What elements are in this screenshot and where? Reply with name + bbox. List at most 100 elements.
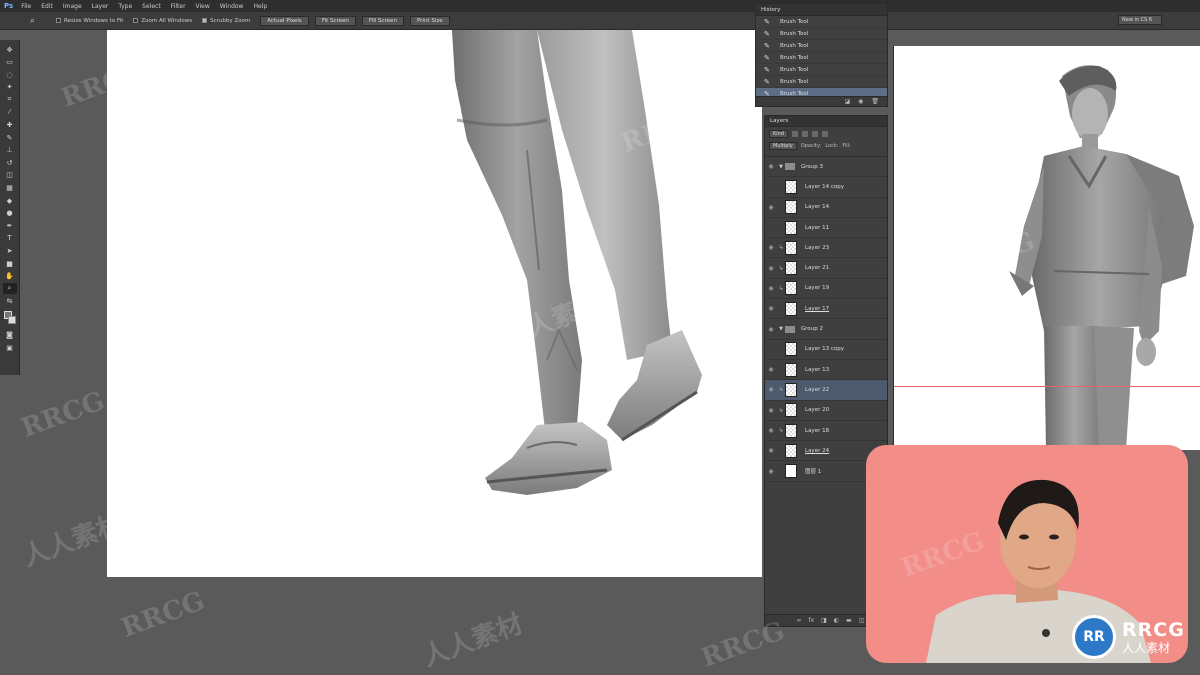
eye-icon[interactable]: ◉ — [765, 468, 777, 475]
menu-select[interactable]: Select — [142, 3, 161, 10]
adjustment-layer-icon[interactable]: ◐ — [834, 617, 839, 624]
add-mask-icon[interactable]: ◨ — [821, 617, 827, 624]
eyedropper-tool-icon[interactable]: ⁄ — [3, 107, 17, 118]
checkbox-box[interactable] — [133, 18, 139, 23]
layer-row[interactable]: ◉ ↳ Layer 23 — [765, 238, 887, 259]
zoom-tool-icon[interactable]: ⌕ — [2, 283, 17, 295]
eye-icon[interactable]: ◉ — [765, 285, 777, 292]
checkbox-box[interactable] — [202, 18, 208, 23]
eye-icon[interactable]: ◉ — [765, 265, 777, 272]
print-size-button[interactable]: Print Size — [409, 15, 450, 26]
gradient-tool-icon[interactable]: ▦ — [3, 183, 17, 194]
eye-icon[interactable]: ◉ — [765, 163, 777, 170]
fit-screen-button[interactable]: Fit Screen — [314, 15, 356, 26]
eye-icon[interactable]: ◉ — [765, 326, 777, 333]
new-document-from-state-icon[interactable]: ◪ — [844, 98, 850, 105]
scrubby-zoom-checkbox[interactable]: Scrubby Zoom — [202, 18, 250, 24]
menu-window[interactable]: Window — [220, 3, 244, 10]
history-item[interactable]: ✎ Brush Tool — [756, 16, 887, 28]
new-snapshot-icon[interactable]: ◉ — [858, 98, 863, 105]
new-group-icon[interactable]: ▬ — [846, 617, 852, 624]
workspace-select[interactable]: New in CS 6 — [1118, 15, 1162, 25]
menu-view[interactable]: View — [196, 3, 210, 10]
resize-windows-checkbox[interactable]: Resize Windows to Fit — [56, 18, 123, 24]
swap-colors-icon[interactable]: ⇆ — [3, 296, 17, 307]
layer-filter-select[interactable]: Kind — [769, 130, 789, 138]
history-tab[interactable]: History — [756, 4, 887, 16]
screen-mode-icon[interactable]: ▣ — [3, 342, 17, 353]
blur-tool-icon[interactable]: ◆ — [3, 195, 17, 206]
eye-icon[interactable]: ◉ — [765, 447, 777, 454]
healing-brush-tool-icon[interactable]: ✚ — [3, 120, 17, 131]
eye-icon[interactable]: ◉ — [765, 305, 777, 312]
blend-mode-select[interactable]: Multiply — [769, 142, 797, 150]
layer-row[interactable]: ◉ Layer 13 — [765, 360, 887, 381]
layer-row[interactable]: ◉ ↳ Layer 18 — [765, 421, 887, 442]
dodge-tool-icon[interactable]: ● — [3, 208, 17, 219]
menu-file[interactable]: File — [21, 3, 31, 10]
document-canvas[interactable] — [107, 30, 762, 577]
link-layers-icon[interactable]: ∞ — [796, 617, 801, 624]
history-item[interactable]: ✎ Brush Tool — [756, 28, 887, 40]
menu-type[interactable]: Type — [118, 3, 132, 10]
filter-shape-icon[interactable] — [822, 131, 829, 137]
new-layer-icon[interactable]: ◫ — [859, 617, 865, 624]
hand-tool-icon[interactable]: ✋ — [3, 271, 17, 282]
layer-row[interactable]: ◉ ↳ Layer 19 — [765, 279, 887, 300]
background-color-swatch[interactable] — [7, 316, 16, 325]
layer-group-row[interactable]: ◉ ▼ Group 3 — [765, 157, 887, 178]
clone-stamp-tool-icon[interactable]: ⊥ — [3, 145, 17, 156]
menu-image[interactable]: Image — [63, 3, 82, 10]
filter-pixel-icon[interactable] — [792, 131, 799, 137]
layer-row[interactable]: ◉ ↳ Layer 21 — [765, 258, 887, 279]
lasso-tool-icon[interactable]: ◌ — [3, 69, 17, 80]
history-item[interactable]: ✎ Brush Tool — [756, 52, 887, 64]
expand-arrow-icon[interactable]: ▼ — [777, 164, 785, 170]
expand-arrow-icon[interactable]: ▼ — [777, 326, 785, 332]
history-brush-tool-icon[interactable]: ↺ — [3, 157, 17, 168]
layer-row[interactable]: ◉ ↳ Layer 20 — [765, 401, 887, 421]
pen-tool-icon[interactable]: ✒ — [3, 220, 17, 231]
layer-row[interactable]: Layer 13 copy — [765, 340, 887, 360]
layer-row[interactable]: ◉ Layer 14 — [765, 198, 887, 218]
menu-edit[interactable]: Edit — [41, 3, 53, 10]
checkbox-box[interactable] — [56, 18, 61, 23]
layer-group-row[interactable]: ◉ ▼ Group 2 — [765, 319, 887, 340]
eye-icon[interactable]: ◉ — [765, 386, 777, 393]
filter-adjustment-icon[interactable] — [802, 131, 809, 137]
layer-style-icon[interactable]: fx — [808, 617, 814, 624]
menu-filter[interactable]: Filter — [171, 3, 186, 10]
menu-help[interactable]: Help — [253, 3, 267, 10]
type-tool-icon[interactable]: T — [3, 233, 17, 244]
history-item[interactable]: ✎ Brush Tool — [756, 40, 887, 52]
eye-icon[interactable]: ◉ — [765, 204, 777, 211]
rectangle-tool-icon[interactable]: ■ — [3, 258, 17, 269]
layer-row[interactable]: ◉ Layer 17 — [765, 299, 887, 320]
brush-tool-icon[interactable]: ✎ — [3, 132, 17, 143]
history-item[interactable]: ✎ Brush Tool — [756, 64, 887, 76]
quick-mask-icon[interactable]: ◙ — [3, 329, 17, 340]
color-swatches[interactable] — [3, 311, 17, 325]
history-item[interactable]: ✎ Brush Tool — [756, 76, 887, 88]
actual-pixels-button[interactable]: Actual Pixels — [260, 15, 309, 26]
crop-tool-icon[interactable]: ⌗ — [3, 94, 17, 105]
quick-select-tool-icon[interactable]: ✦ — [3, 82, 17, 93]
filter-type-icon[interactable] — [812, 131, 819, 137]
marquee-tool-icon[interactable]: ▭ — [3, 57, 17, 68]
layer-row-selected[interactable]: ◉ ↳ Layer 22 — [765, 380, 887, 401]
layer-row[interactable]: Layer 14 copy — [765, 177, 887, 198]
zoom-all-windows-checkbox[interactable]: Zoom All Windows — [133, 18, 192, 24]
trash-icon[interactable]: 🗑 — [871, 98, 879, 105]
layers-tab[interactable]: Layers — [765, 116, 887, 127]
eye-icon[interactable]: ◉ — [765, 407, 777, 414]
eye-icon[interactable]: ◉ — [765, 427, 777, 434]
eraser-tool-icon[interactable]: ◫ — [3, 170, 17, 181]
zoom-tool-icon[interactable]: ⌕ — [30, 15, 48, 27]
layer-row[interactable]: Layer 11 — [765, 218, 887, 239]
menu-layer[interactable]: Layer — [92, 3, 109, 10]
eye-icon[interactable]: ◉ — [765, 366, 777, 373]
eye-icon[interactable]: ◉ — [765, 244, 777, 251]
move-tool-icon[interactable]: ✥ — [3, 44, 17, 55]
fill-screen-button[interactable]: Fill Screen — [361, 15, 404, 26]
path-selection-tool-icon[interactable]: ➤ — [3, 246, 17, 257]
